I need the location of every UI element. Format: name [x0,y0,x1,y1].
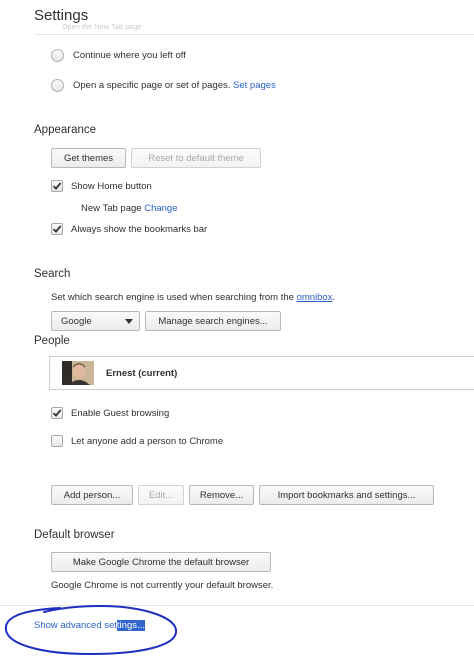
radio-button[interactable] [51,79,64,92]
search-description-end: . [332,292,336,303]
show-home-label: Show Home button [71,180,152,192]
search-description-text: Set which search engine is used when sea… [51,292,294,303]
checkbox[interactable] [51,407,63,419]
startup-option-label: Open a specific page or set of pages. [73,80,231,91]
page-title: Settings [34,7,89,24]
get-themes-button[interactable]: Get themes [51,148,126,168]
search-engine-select[interactable]: Google [51,311,140,331]
add-person-button[interactable]: Add person... [51,485,133,505]
avatar [62,361,94,385]
checkmark-icon [52,409,62,417]
ghost-text: Open the New Tab page [62,24,142,31]
checkmark-icon [52,225,62,233]
show-bookmarks-label: Always show the bookmarks bar [71,223,208,235]
search-engine-value: Google [61,315,92,327]
default-browser-status: Google Chrome is not currently your defa… [51,580,274,591]
radio-button[interactable] [51,49,64,62]
change-home-link[interactable]: Change [144,203,177,214]
checkmark-icon [52,182,62,190]
new-tab-label: New Tab page [81,203,142,214]
import-bookmarks-button[interactable]: Import bookmarks and settings... [259,485,434,505]
profile-list[interactable]: Ernest (current) [49,356,474,390]
set-pages-link[interactable]: Set pages [233,80,276,91]
guest-browsing-label: Enable Guest browsing [71,407,170,419]
show-bookmarks-bar-option[interactable]: Always show the bookmarks bar [51,223,207,235]
enable-guest-browsing-option[interactable]: Enable Guest browsing [51,407,169,419]
omnibox-link[interactable]: omnibox [297,292,333,303]
show-home-button-option[interactable]: Show Home button [51,180,152,192]
profile-name: Ernest (current) [106,367,178,379]
new-tab-page-row: New Tab page Change [81,203,177,214]
edit-person-button[interactable]: Edit... [138,485,184,505]
startup-option-specific-pages[interactable]: Open a specific page or set of pages. Se… [51,79,276,92]
startup-option-continue[interactable]: Continue where you left off [51,49,186,62]
make-default-browser-button[interactable]: Make Google Chrome the default browser [51,552,271,572]
checkbox[interactable] [51,435,63,447]
startup-option-label: Continue where you left off [73,50,186,61]
annotation-circle [4,604,178,656]
checkbox[interactable] [51,223,63,235]
remove-person-button[interactable]: Remove... [189,485,254,505]
let-anyone-add-person-option[interactable]: Let anyone add a person to Chrome [51,435,223,447]
add-person-anyone-label: Let anyone add a person to Chrome [71,435,224,447]
manage-search-engines-button[interactable]: Manage search engines... [145,311,281,331]
search-description: Set which search engine is used when sea… [51,292,335,303]
people-heading: People [34,335,70,347]
reset-theme-button[interactable]: Reset to default theme [131,148,261,168]
header-divider [34,34,474,35]
search-heading: Search [34,268,71,280]
chevron-down-icon [125,318,133,324]
appearance-heading: Appearance [34,124,97,136]
profile-photo-icon [62,361,94,385]
default-browser-heading: Default browser [34,529,115,541]
checkbox[interactable] [51,180,63,192]
